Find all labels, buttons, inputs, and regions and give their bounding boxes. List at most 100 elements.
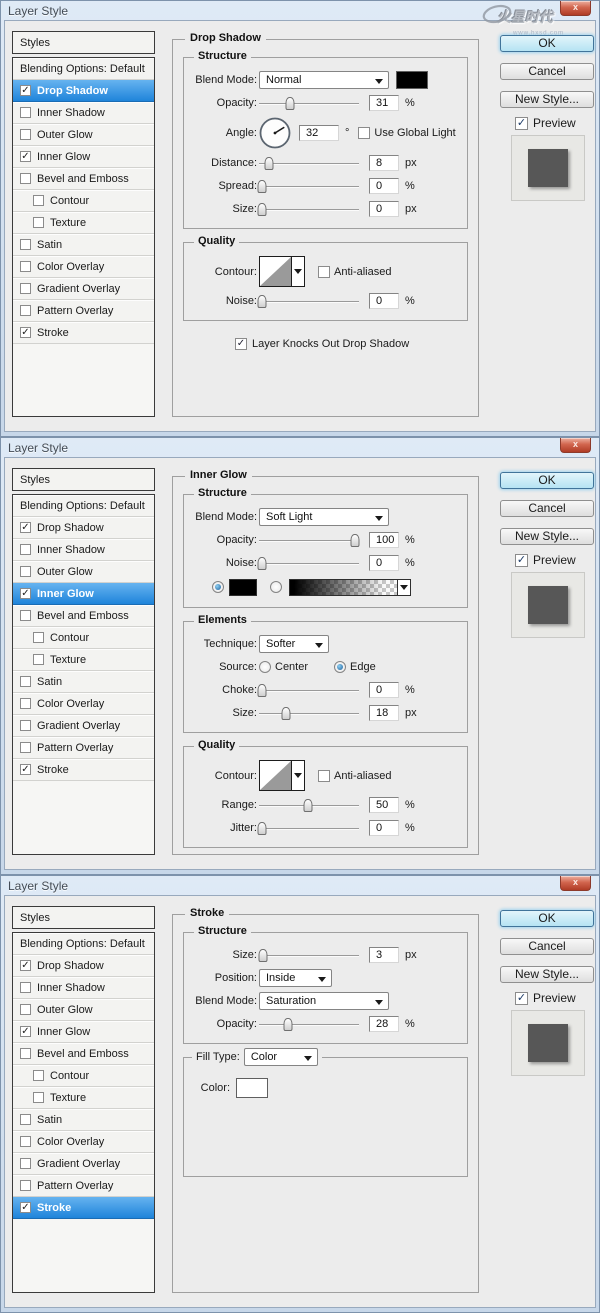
slider-thumb[interactable] (258, 557, 267, 570)
sidebar-item-texture[interactable]: Texture (13, 1087, 154, 1109)
checkbox-contour[interactable] (33, 195, 44, 206)
radio-gradient[interactable] (270, 581, 282, 593)
size-value[interactable]: 3 (369, 947, 399, 963)
size-slider[interactable] (259, 948, 359, 962)
sidebar-item-gradient-overlay[interactable]: Gradient Overlay (13, 278, 154, 300)
opacity-value[interactable]: 100 (369, 532, 399, 548)
checkbox-satin[interactable] (20, 1114, 31, 1125)
size-slider[interactable] (259, 202, 359, 216)
new-style-button[interactable]: New Style... (500, 966, 594, 983)
use-global-light-checkbox[interactable] (358, 127, 370, 139)
close-button[interactable]: x (560, 876, 591, 891)
checkbox-texture[interactable] (33, 217, 44, 228)
contour-picker-arrow[interactable] (292, 760, 305, 791)
layer-knocks-out-checkbox[interactable]: ✓ (235, 338, 247, 350)
sidebar-item-contour[interactable]: Contour (13, 627, 154, 649)
slider-thumb[interactable] (284, 1018, 293, 1031)
technique-select[interactable]: Softer (259, 635, 329, 653)
sidebar-item-inner-glow[interactable]: ✓Inner Glow (13, 146, 154, 168)
checkbox-texture[interactable] (33, 1092, 44, 1103)
opacity-value[interactable]: 28 (369, 1016, 399, 1032)
styles-header[interactable]: Styles (12, 906, 155, 929)
blend-mode-select[interactable]: Normal (259, 71, 389, 89)
sidebar-item-gradient-overlay[interactable]: Gradient Overlay (13, 1153, 154, 1175)
sidebar-item-gradient-overlay[interactable]: Gradient Overlay (13, 715, 154, 737)
stroke-color-swatch[interactable] (236, 1078, 268, 1098)
opacity-slider[interactable] (259, 533, 359, 547)
glow-color-swatch[interactable] (229, 579, 257, 596)
preview-checkbox[interactable]: ✓ (515, 554, 528, 567)
sidebar-item-color-overlay[interactable]: Color Overlay (13, 1131, 154, 1153)
checkbox-stroke[interactable]: ✓ (20, 764, 31, 775)
noise-value[interactable]: 0 (369, 293, 399, 309)
ok-button[interactable]: OK (500, 910, 594, 927)
checkbox-stroke[interactable]: ✓ (20, 327, 31, 338)
opacity-value[interactable]: 31 (369, 95, 399, 111)
styles-header[interactable]: Styles (12, 468, 155, 491)
sidebar-item-inner-shadow[interactable]: Inner Shadow (13, 977, 154, 999)
size-value[interactable]: 0 (369, 201, 399, 217)
checkbox-inner-shadow[interactable] (20, 107, 31, 118)
checkbox-gradient-overlay[interactable] (20, 283, 31, 294)
radio-solid-color[interactable] (212, 581, 224, 593)
contour-picker[interactable] (259, 256, 292, 287)
sidebar-item-bevel-and-emboss[interactable]: Bevel and Emboss (13, 168, 154, 190)
sidebar-item-inner-shadow[interactable]: Inner Shadow (13, 102, 154, 124)
checkbox-contour[interactable] (33, 632, 44, 643)
sidebar-item-blending-options-default[interactable]: Blending Options: Default (13, 58, 154, 80)
ok-button[interactable]: OK (500, 35, 594, 52)
cancel-button[interactable]: Cancel (500, 938, 594, 955)
sidebar-item-texture[interactable]: Texture (13, 649, 154, 671)
checkbox-outer-glow[interactable] (20, 566, 31, 577)
anti-aliased-checkbox[interactable] (318, 266, 330, 278)
sidebar-item-color-overlay[interactable]: Color Overlay (13, 693, 154, 715)
checkbox-color-overlay[interactable] (20, 698, 31, 709)
checkbox-drop-shadow[interactable]: ✓ (20, 960, 31, 971)
checkbox-inner-shadow[interactable] (20, 544, 31, 555)
checkbox-outer-glow[interactable] (20, 129, 31, 140)
new-style-button[interactable]: New Style... (500, 528, 594, 545)
sidebar-item-pattern-overlay[interactable]: Pattern Overlay (13, 737, 154, 759)
size-slider[interactable] (259, 706, 359, 720)
checkbox-color-overlay[interactable] (20, 1136, 31, 1147)
slider-thumb[interactable] (304, 799, 313, 812)
sidebar-item-inner-shadow[interactable]: Inner Shadow (13, 539, 154, 561)
sidebar-item-texture[interactable]: Texture (13, 212, 154, 234)
checkbox-texture[interactable] (33, 654, 44, 665)
cancel-button[interactable]: Cancel (500, 500, 594, 517)
gradient-picker-arrow[interactable] (398, 579, 411, 596)
position-select[interactable]: Inside (259, 969, 332, 987)
sidebar-item-outer-glow[interactable]: Outer Glow (13, 561, 154, 583)
checkbox-outer-glow[interactable] (20, 1004, 31, 1015)
sidebar-item-inner-glow[interactable]: ✓Inner Glow (13, 1021, 154, 1043)
checkbox-satin[interactable] (20, 239, 31, 250)
checkbox-bevel-and-emboss[interactable] (20, 610, 31, 621)
slider-thumb[interactable] (351, 534, 360, 547)
styles-header[interactable]: Styles (12, 31, 155, 54)
slider-thumb[interactable] (258, 295, 267, 308)
checkbox-drop-shadow[interactable]: ✓ (20, 85, 31, 96)
sidebar-item-drop-shadow[interactable]: ✓Drop Shadow (13, 517, 154, 539)
range-slider[interactable] (259, 798, 359, 812)
size-value[interactable]: 18 (369, 705, 399, 721)
sidebar-item-stroke[interactable]: ✓Stroke (13, 322, 154, 344)
checkbox-inner-glow[interactable]: ✓ (20, 588, 31, 599)
checkbox-gradient-overlay[interactable] (20, 1158, 31, 1169)
color-swatch[interactable] (396, 71, 428, 89)
close-button[interactable]: x (560, 438, 591, 453)
sidebar-item-inner-glow[interactable]: ✓Inner Glow (13, 583, 154, 605)
sidebar-item-contour[interactable]: Contour (13, 1065, 154, 1087)
slider-thumb[interactable] (258, 180, 267, 193)
contour-picker[interactable] (259, 760, 292, 791)
preview-checkbox[interactable]: ✓ (515, 117, 528, 130)
jitter-value[interactable]: 0 (369, 820, 399, 836)
radio-center[interactable] (259, 661, 271, 673)
slider-thumb[interactable] (258, 684, 267, 697)
checkbox-satin[interactable] (20, 676, 31, 687)
sidebar-item-satin[interactable]: Satin (13, 671, 154, 693)
sidebar-item-drop-shadow[interactable]: ✓Drop Shadow (13, 80, 154, 102)
checkbox-pattern-overlay[interactable] (20, 305, 31, 316)
gradient-picker[interactable] (289, 579, 398, 596)
sidebar-item-bevel-and-emboss[interactable]: Bevel and Emboss (13, 605, 154, 627)
sidebar-item-outer-glow[interactable]: Outer Glow (13, 124, 154, 146)
